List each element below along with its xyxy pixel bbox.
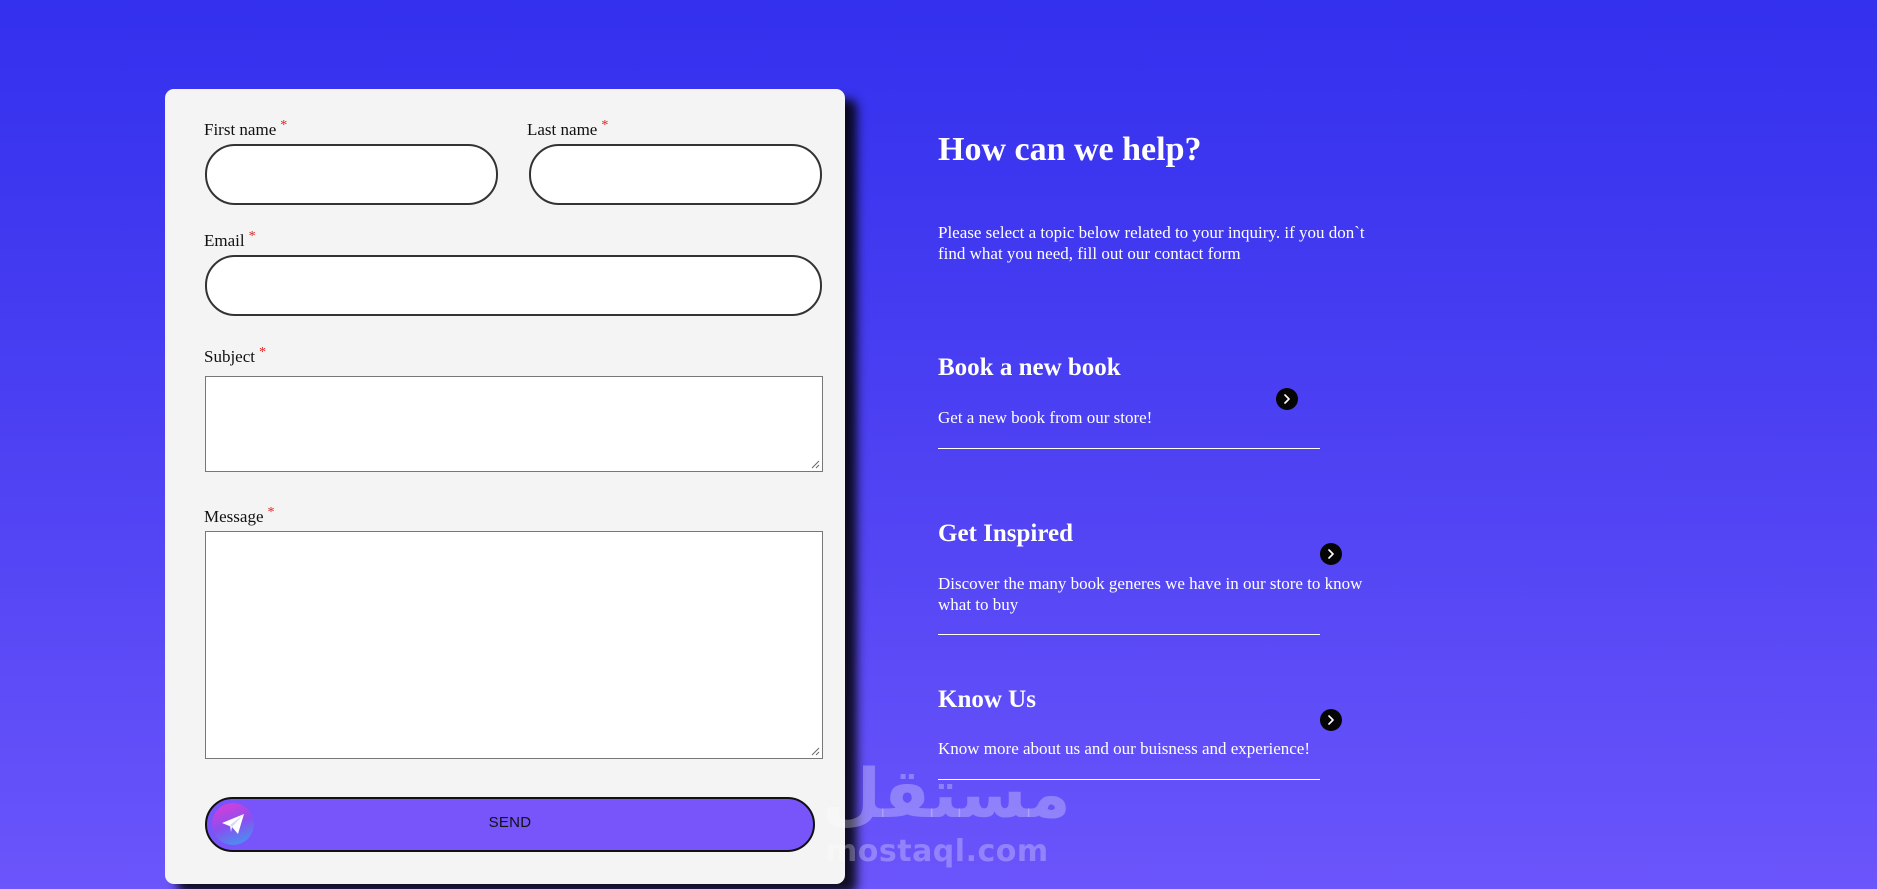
message-textarea[interactable] — [205, 531, 823, 759]
last-name-input[interactable] — [529, 144, 822, 205]
email-label: Email * — [204, 229, 256, 251]
chevron-right-icon[interactable] — [1320, 709, 1342, 731]
first-name-input[interactable] — [205, 144, 498, 205]
first-name-required-mark: * — [280, 118, 288, 133]
topic-title: Book a new book — [938, 354, 1121, 381]
message-label: Message * — [204, 505, 275, 527]
topic-book-a-new-book[interactable]: Book a new book Get a new book from our … — [938, 354, 1320, 449]
subject-label: Subject * — [204, 345, 266, 367]
first-name-label-text: First name — [204, 120, 277, 139]
subject-required-mark: * — [259, 345, 266, 360]
first-name-label: First name * — [204, 118, 288, 140]
subject-resize-handle[interactable] — [811, 460, 820, 469]
chevron-right-icon[interactable] — [1320, 543, 1342, 565]
help-heading: How can we help? — [938, 131, 1202, 168]
contact-form-card: First name * Last name * Email * Subject * M… — [165, 89, 845, 884]
watermark-logo-arabic: مستقل — [822, 755, 1071, 834]
send-button[interactable]: SEND — [205, 797, 815, 852]
subject-textarea[interactable] — [205, 376, 823, 472]
email-required-mark: * — [248, 229, 256, 244]
last-name-required-mark: * — [601, 118, 609, 133]
email-input[interactable] — [205, 255, 822, 316]
message-resize-handle[interactable] — [811, 747, 820, 756]
watermark-logo-latin: mostaql.com — [826, 834, 1049, 869]
chevron-right-icon[interactable] — [1276, 388, 1298, 410]
last-name-label-text: Last name — [527, 120, 598, 139]
send-button-label: SEND — [488, 814, 532, 831]
topic-get-inspired[interactable]: Get Inspired Discover the many book gene… — [938, 520, 1362, 635]
email-label-text: Email — [204, 231, 245, 250]
topic-title: Know Us — [938, 686, 1036, 713]
topic-description: Discover the many book generes we have i… — [938, 574, 1363, 614]
help-intro-text: Please select a topic below related to y… — [938, 223, 1365, 263]
topic-title: Get Inspired — [938, 520, 1073, 547]
message-required-mark: * — [267, 505, 275, 520]
last-name-label: Last name * — [527, 118, 609, 140]
topic-description: Get a new book from our store! — [938, 408, 1153, 427]
message-label-text: Message — [204, 507, 264, 526]
subject-label-text: Subject — [204, 347, 255, 366]
